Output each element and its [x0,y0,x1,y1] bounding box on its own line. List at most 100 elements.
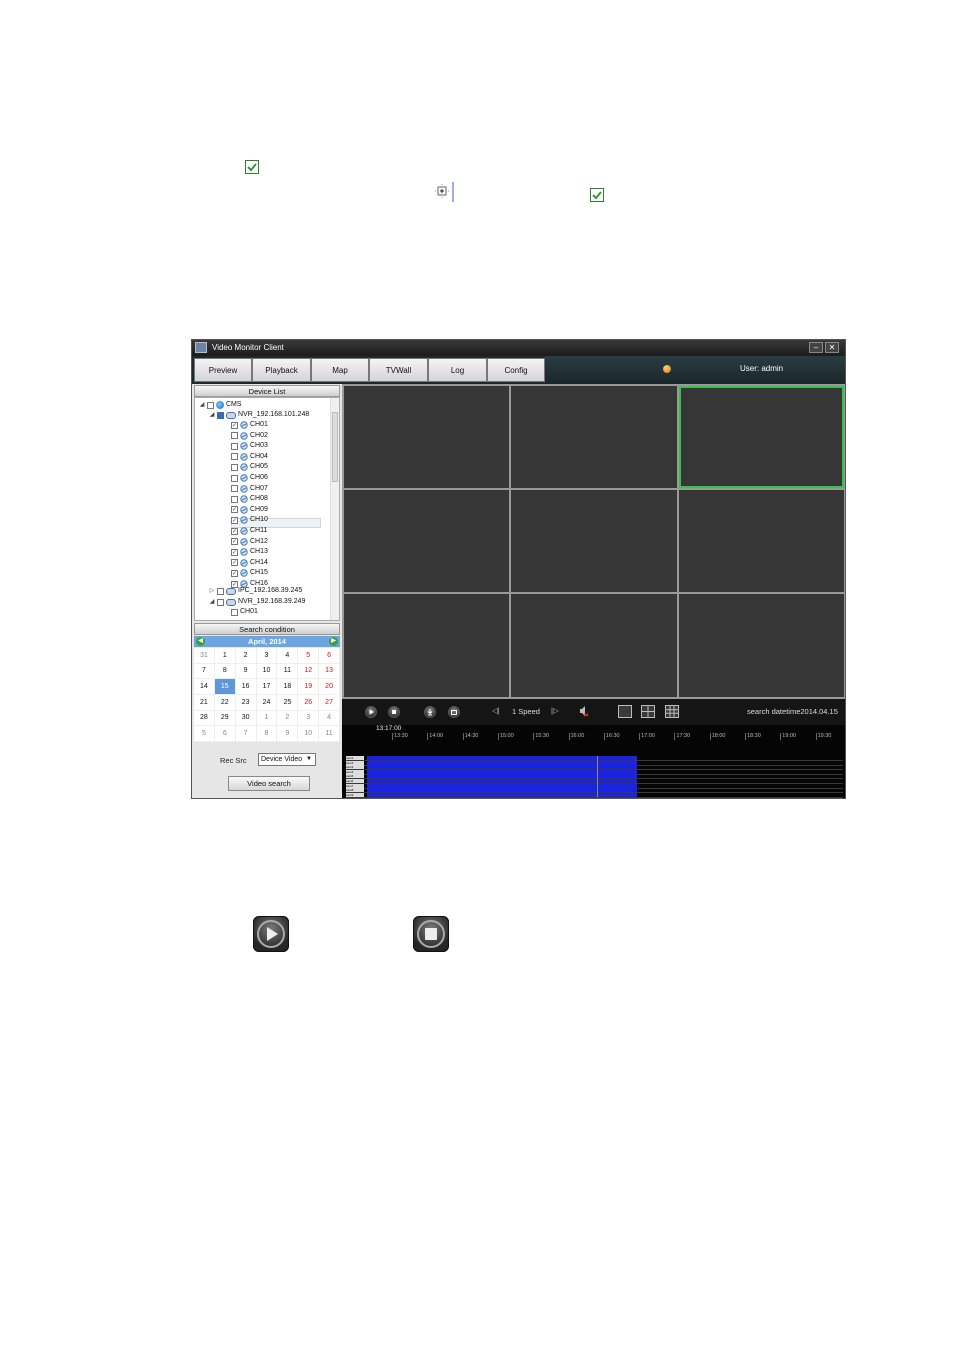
calendar-day[interactable]: 3 [298,710,320,727]
close-button[interactable]: ✕ [825,342,839,353]
calendar-day[interactable]: 4 [319,710,340,727]
tree-node-channel[interactable]: CH01 [231,607,258,617]
calendar-day[interactable]: 26 [298,695,320,711]
tab-log[interactable]: Log [428,358,487,382]
checkbox[interactable] [217,411,224,419]
video-cell[interactable] [511,594,677,697]
checkbox-checked[interactable]: ✓ [231,527,238,535]
tree-node-channel[interactable]: CH06 [231,473,268,483]
tree-node-device[interactable]: ▷ IPC_192.168.39.245 [209,586,302,596]
calendar-day[interactable]: 15 [214,679,236,695]
calendar-day[interactable]: 31 [194,648,215,664]
calendar-day[interactable]: 3 [256,648,278,664]
next-month-icon[interactable]: ▶ [329,637,338,646]
expand-arrow-icon[interactable]: ◢ [209,597,215,607]
checkbox[interactable] [231,453,238,461]
calendar-day[interactable]: 5 [194,726,215,742]
calendar-day[interactable]: 21 [194,695,215,711]
checkbox-checked[interactable]: ✓ [231,538,238,546]
calendar-day[interactable]: 1 [214,648,236,664]
calendar-day[interactable]: 7 [194,663,215,680]
video-cell[interactable] [679,594,844,697]
checkbox-checked[interactable]: ✓ [231,421,238,429]
calendar-day[interactable]: 29 [214,710,236,727]
video-cell[interactable] [344,490,509,592]
tree-node-channel[interactable]: CH02 [231,431,268,441]
calendar-day[interactable]: 8 [256,726,278,742]
checkbox-checked[interactable]: ✓ [231,559,238,567]
tab-preview[interactable]: Preview [194,358,252,382]
calendar-day[interactable]: 19 [298,679,320,695]
calendar-day[interactable]: 6 [319,648,340,664]
checkbox-checked[interactable]: ✓ [231,569,238,577]
calendar-day[interactable]: 14 [194,679,215,695]
checkbox[interactable] [231,432,238,440]
timeline-track[interactable]: cam9 [346,792,843,798]
tree-node-channel[interactable]: CH03 [231,441,268,451]
play-button[interactable] [365,706,377,718]
tab-map[interactable]: Map [311,358,369,382]
tab-config[interactable]: Config [487,358,545,382]
tree-node-device[interactable]: ◢ NVR_192.168.101.248 [209,410,309,420]
calendar-day[interactable]: 9 [235,663,257,680]
tree-node-channel[interactable]: ✓ CH13 [231,547,268,557]
prev-month-icon[interactable]: ◀ [196,637,205,646]
calendar-day[interactable]: 10 [298,726,320,742]
speed-up-icon[interactable]: |▷ [551,706,559,715]
calendar-day[interactable]: 30 [235,710,257,727]
tree-node-cms[interactable]: ◢ CMS [199,400,242,410]
calendar-day[interactable]: 13 [319,663,340,680]
layout-1-icon[interactable] [618,705,632,718]
calendar-day[interactable]: 20 [319,679,340,695]
calendar-day[interactable]: 8 [214,663,236,680]
mute-icon[interactable] [579,705,589,717]
calendar-day[interactable]: 27 [319,695,340,711]
video-cell[interactable] [344,594,509,697]
tree-node-channel[interactable]: CH04 [231,452,268,462]
tree-scrollbar[interactable] [330,398,339,620]
checkbox-checked[interactable]: ✓ [231,548,238,556]
video-cell-active[interactable] [679,386,844,488]
checkbox[interactable] [231,608,238,616]
calendar-day[interactable]: 16 [235,679,257,695]
download-button[interactable] [424,706,436,718]
tree-node-channel[interactable]: ✓ CH10 [231,515,268,525]
calendar-day[interactable]: 17 [256,679,278,695]
checkbox[interactable] [231,485,238,493]
calendar-day[interactable]: 18 [277,679,299,695]
checkbox[interactable] [217,598,224,606]
timeline[interactable]: 13:17:00 13:30 14:00 14:30 15:00 15:30 16:00 1… [342,725,845,798]
calendar-day[interactable]: 5 [298,648,320,664]
expand-arrow-icon[interactable]: ◢ [209,410,215,420]
checkbox-checked[interactable]: ✓ [231,506,238,514]
calendar-day[interactable]: 24 [256,695,278,711]
rec-src-select[interactable]: Device Video ▼ [258,753,316,766]
scrollbar-thumb[interactable] [332,412,338,482]
checkbox[interactable] [231,474,238,482]
calendar-day[interactable]: 22 [214,695,236,711]
calendar-day[interactable]: 28 [194,710,215,727]
video-cell[interactable] [679,490,844,592]
tab-playback[interactable]: Playback [252,358,311,382]
calendar-day[interactable]: 1 [256,710,278,727]
checkbox[interactable] [231,495,238,503]
tree-node-channel[interactable]: CH05 [231,462,268,472]
video-search-button[interactable]: Video search [228,776,310,791]
checkbox[interactable] [217,587,224,595]
checkbox[interactable] [207,401,214,409]
calendar-day[interactable]: 10 [256,663,278,680]
slow-down-icon[interactable]: ◁| [492,706,500,715]
calendar-day[interactable]: 2 [235,648,257,664]
calendar-day[interactable]: 25 [277,695,299,711]
snapshot-button[interactable] [448,706,460,718]
calendar-day[interactable]: 11 [319,726,340,742]
minimize-button[interactable]: – [809,342,823,353]
stop-button[interactable] [388,706,400,718]
calendar-day[interactable]: 23 [235,695,257,711]
tree-node-channel[interactable]: CH08 [231,494,268,504]
tree-node-channel[interactable]: ✓ CH11 [231,526,267,536]
tree-node-device[interactable]: ◢ NVR_192.168.39.249 [209,597,305,607]
calendar-day[interactable]: 4 [277,648,299,664]
layout-9-icon[interactable] [665,705,679,718]
tree-node-channel[interactable]: ✓ CH09 [231,505,268,515]
